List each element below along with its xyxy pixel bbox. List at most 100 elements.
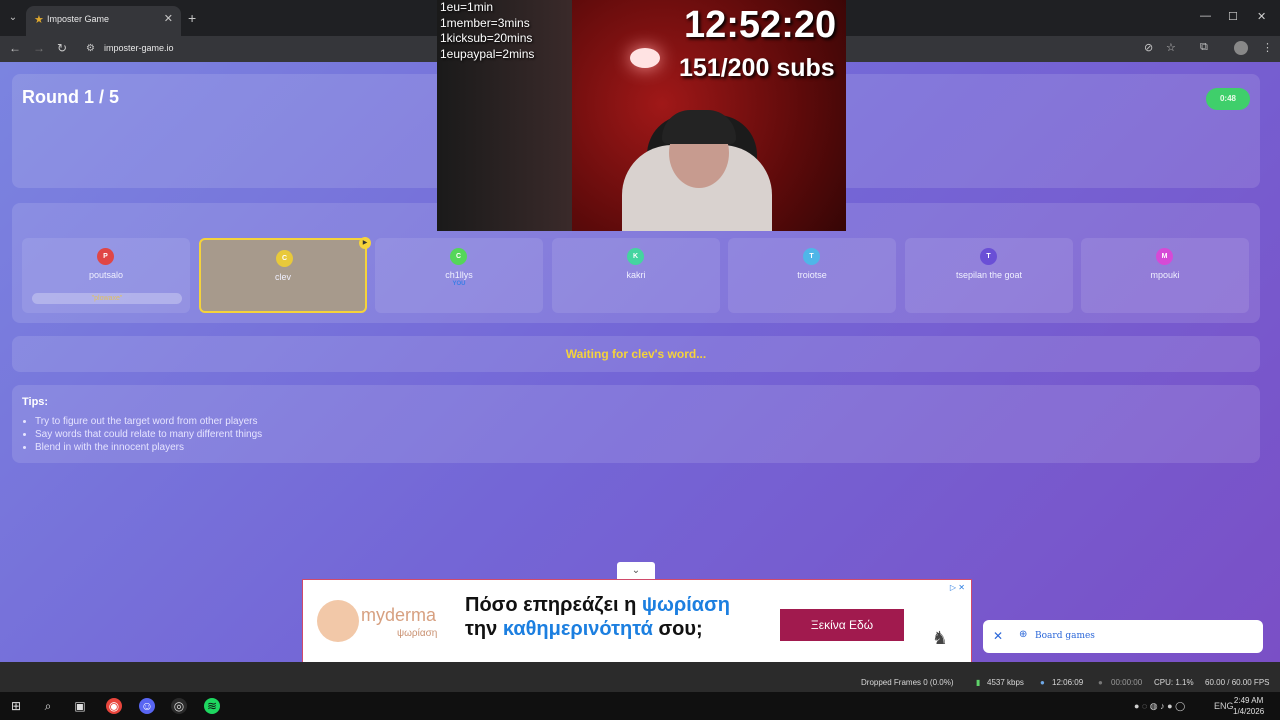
overlay-rule: 1eupaypal=2mins (440, 46, 535, 61)
tab-favicon-icon: ★ (34, 14, 44, 26)
windows-taskbar: ⊞ ⌕ ▣ ◉ ☺ ◎ ≋ ● ◌ ◍ ♪ ● ◯ ENG 2:49 AM 1/… (0, 692, 1280, 720)
tab-title: Imposter Game (47, 14, 110, 24)
profile-avatar[interactable] (1234, 41, 1248, 55)
player-card: Cch1llys YOU (375, 238, 543, 313)
browser-tab[interactable]: ★ Imposter Game ✕ (26, 6, 181, 36)
obs-bitrate: 4537 kbps (987, 678, 1024, 687)
player-name: clev (274, 272, 291, 282)
back-icon[interactable]: ← (9, 41, 21, 55)
spotify-app-icon[interactable]: ≋ (204, 698, 220, 714)
overlay-rule: 1member=3mins (440, 15, 530, 30)
tip-item: Try to figure out the target word from o… (35, 415, 262, 428)
ad-collapse-chevron-icon[interactable]: ⌄ (617, 562, 655, 579)
round-title: Round 1 / 5 (22, 87, 120, 107)
player-card: Mmpouki (1081, 238, 1249, 313)
chrome-app-icon[interactable]: ◉ (106, 698, 122, 714)
ad-headline-line1: Πόσο επηρεάζει η ψωρίαση (465, 594, 730, 617)
ad-brand-subtitle: ψωρίαση (397, 628, 438, 639)
obs-record-icon: ● (1040, 678, 1045, 687)
search-icon[interactable]: ⌕ (40, 698, 56, 714)
webcam-lamp (630, 48, 660, 68)
ad-emblem-icon: ♞ (931, 628, 949, 648)
extensions-icon[interactable]: ⧉ (1200, 41, 1208, 54)
tips-list: Try to figure out the target word from o… (35, 415, 262, 454)
obs-dropped-frames: Dropped Frames 0 (0.0%) (861, 678, 954, 687)
ad-brand-logo (317, 600, 359, 642)
overlay-rule: 1kicksub=20mins (440, 31, 533, 45)
player-word: "plowaxe" (32, 293, 182, 304)
snackbar-label: Board games (1035, 631, 1095, 641)
ad-info-icon[interactable]: ▷ ✕ (950, 583, 965, 592)
player-avatar: T (803, 248, 820, 265)
ad-headline-text: Πόσο επηρεάζει η (465, 594, 642, 616)
player-name: troiotse (797, 270, 827, 280)
player-name: tsepilan the goat (955, 270, 1023, 280)
obs-record-time: 12:06:09 (1052, 678, 1084, 687)
round-timer: 0:48 (1206, 88, 1250, 110)
player-name: ch1llys (445, 270, 473, 280)
ad-cta-button[interactable]: Ξεκίνα Εδώ (780, 609, 904, 641)
obs-stream-time: 00:00:00 (1111, 678, 1143, 687)
system-clock[interactable]: 2:49 AM 1/4/2026 (1233, 695, 1264, 717)
tip-item: Say words that could relate to many diff… (35, 428, 262, 441)
tips-panel: Tips: Try to figure out the target word … (12, 385, 1260, 463)
obs-signal-icon: ▮ (976, 678, 981, 687)
player-name: kakri (626, 270, 646, 280)
obs-stream-icon: ● (1098, 678, 1103, 687)
player-avatar: K (627, 248, 644, 265)
player-card: Cclev ▶ (199, 237, 371, 313)
forward-icon[interactable]: → (33, 41, 45, 55)
browser-menu-icon[interactable]: ⋮ (1262, 41, 1273, 54)
clock-date: 1/4/2026 (1233, 707, 1265, 716)
clock-time: 2:49 AM (1233, 696, 1264, 705)
reload-icon[interactable]: ↻ (57, 41, 67, 55)
tab-group-snackbar[interactable]: ✕ ⊕ Board games (983, 620, 1263, 653)
ad-headline-text: σου; (652, 618, 703, 640)
current-turn-icon: ▶ (359, 237, 371, 249)
discord-app-icon[interactable]: ☺ (139, 698, 155, 714)
tip-item: Blend in with the innocent players (35, 441, 262, 454)
player-card: Kkakri (552, 238, 720, 313)
obs-fps: 60.00 / 60.00 FPS (1205, 678, 1270, 687)
overlay-subathon-timer: 12:52:20 (684, 4, 837, 46)
ad-banner[interactable]: myderma ψωρίαση Πόσο επηρεάζει η ψωρίαση… (302, 579, 972, 663)
obs-app-icon[interactable]: ◎ (171, 698, 187, 714)
player-you-badge: YOU (452, 281, 466, 287)
overlay-sub-goal: 151/200 subs (679, 54, 835, 82)
task-view-icon[interactable]: ▣ (72, 698, 88, 714)
snackbar-group-icon: ⊕ (1019, 629, 1028, 640)
obs-status-bar: Dropped Frames 0 (0.0%) ▮ 4537 kbps ● 12… (0, 662, 1280, 692)
ad-headline-highlight: καθημερινότητά (502, 618, 653, 640)
maximize-icon[interactable]: ☐ (1228, 10, 1238, 23)
obs-cpu: CPU: 1.1% (1154, 678, 1194, 687)
snackbar-close-icon[interactable]: ✕ (993, 629, 1003, 643)
new-tab-icon[interactable]: + (188, 10, 196, 26)
ad-headline-line2: την καθημερινότητά σου; (465, 618, 703, 641)
camera-blocked-icon[interactable]: ⊘ (1144, 41, 1153, 54)
minimize-icon[interactable]: — (1200, 10, 1211, 22)
tab-close-icon[interactable]: ✕ (164, 12, 173, 25)
player-avatar: P (97, 248, 114, 265)
player-name: poutsalo (88, 270, 124, 280)
player-avatar: C (276, 250, 293, 267)
player-card: Ppoutsalo "plowaxe" (22, 238, 190, 313)
bookmark-star-icon[interactable]: ☆ (1166, 41, 1176, 54)
ad-headline-highlight: ψωρίαση (641, 594, 730, 616)
tray-icons[interactable]: ● ◌ ◍ ♪ ● ◯ (1134, 701, 1185, 712)
ad-brand-name: myderma (361, 605, 437, 625)
window-close-icon[interactable]: ✕ (1257, 10, 1266, 23)
player-avatar: C (450, 248, 467, 265)
ad-headline-text: την (465, 618, 503, 640)
tips-heading: Tips: (22, 396, 49, 408)
input-language[interactable]: ENG (1214, 701, 1234, 711)
webcam-streamer-cap (662, 110, 736, 144)
player-card: Ttsepilan the goat (905, 238, 1073, 313)
site-info-icon[interactable]: ⚙ (86, 43, 95, 54)
tab-search-icon[interactable]: ⌄ (6, 11, 20, 25)
url-field[interactable]: imposter-game.io (104, 43, 174, 53)
player-avatar: T (980, 248, 997, 265)
windows-start-icon[interactable]: ⊞ (8, 698, 24, 714)
player-name: mpouki (1150, 270, 1180, 280)
player-card: Ttroiotse (728, 238, 896, 313)
player-avatar: M (1156, 248, 1173, 265)
